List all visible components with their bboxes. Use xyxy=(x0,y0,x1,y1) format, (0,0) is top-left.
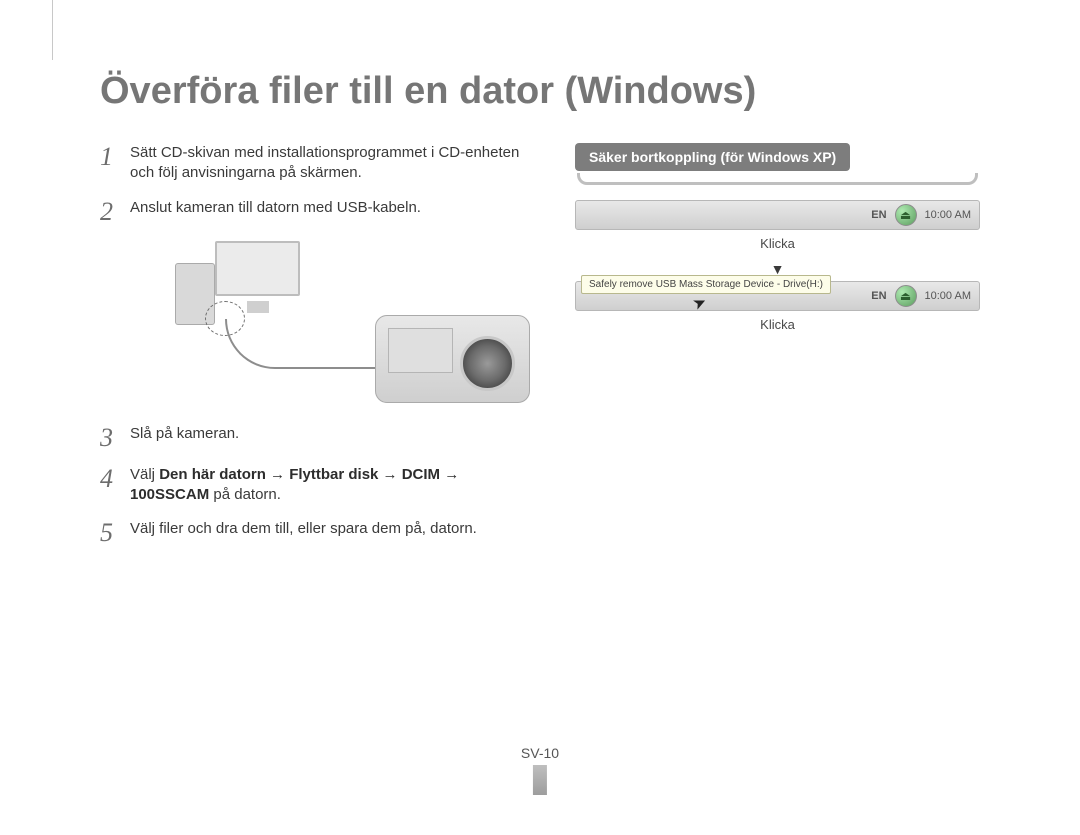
step-1: 1 Sätt CD-skivan med installationsprogra… xyxy=(100,143,540,184)
usb-cable-graphic xyxy=(225,319,400,369)
safely-remove-icon: ⏏ xyxy=(895,204,917,226)
step-text: Välj Den här datorn → Flyttbar disk → DC… xyxy=(130,465,540,506)
manual-page: Överföra filer till en dator (Windows) 1… xyxy=(0,0,1080,560)
page-number-bar-graphic xyxy=(533,765,547,795)
connection-illustration xyxy=(120,239,540,399)
taskbar-screenshot-2-wrapper: Safely remove USB Mass Storage Device - … xyxy=(575,281,980,311)
step-text: Sätt CD-skivan med installationsprogramm… xyxy=(130,143,540,184)
safely-remove-icon: ⏏ xyxy=(895,285,917,307)
taskbar-language: EN xyxy=(871,209,886,221)
taskbar-screenshot-1: EN ⏏ 10:00 AM xyxy=(575,200,980,230)
step-number: 5 xyxy=(100,519,130,546)
caption-click-2: Klicka xyxy=(575,317,980,332)
step-bold-path: Den här datorn → Flyttbar disk → DCIM → … xyxy=(130,466,459,503)
taskbar-clock: 10:00 AM xyxy=(925,290,971,302)
page-title: Överföra filer till en dator (Windows) xyxy=(100,70,980,113)
pc-monitor-graphic xyxy=(215,241,300,296)
step-number: 4 xyxy=(100,465,130,492)
step-2: 2 Anslut kameran till datorn med USB-kab… xyxy=(100,198,540,225)
step-4: 4 Välj Den här datorn → Flyttbar disk → … xyxy=(100,465,540,506)
caption-click-1: Klicka xyxy=(575,236,980,251)
camera-graphic xyxy=(375,315,530,403)
step-number: 1 xyxy=(100,143,130,170)
taskbar-clock: 10:00 AM xyxy=(925,209,971,221)
camera-screen-graphic xyxy=(388,328,453,373)
step-3: 3 Slå på kameran. xyxy=(100,424,540,451)
pill-border-graphic xyxy=(577,173,978,185)
taskbar-language: EN xyxy=(871,290,886,302)
step-text: Välj filer och dra dem till, eller spara… xyxy=(130,519,540,539)
step-prefix: Välj xyxy=(130,466,159,483)
content-columns: 1 Sätt CD-skivan med installationsprogra… xyxy=(100,143,980,560)
page-number-text: SV-10 xyxy=(521,745,559,761)
sidebar-column: Säker bortkoppling (för Windows XP) EN ⏏… xyxy=(575,143,980,560)
step-5: 5 Välj filer och dra dem till, eller spa… xyxy=(100,519,540,546)
step-number: 3 xyxy=(100,424,130,451)
steps-column: 1 Sätt CD-skivan med installationsprogra… xyxy=(100,143,540,560)
step-number: 2 xyxy=(100,198,130,225)
page-number: SV-10 xyxy=(521,745,559,795)
step-text: Anslut kameran till datorn med USB-kabel… xyxy=(130,198,540,218)
tooltip-balloon: Safely remove USB Mass Storage Device - … xyxy=(581,275,831,294)
step-suffix: på datorn. xyxy=(209,486,281,503)
sidebar-heading-pill: Säker bortkoppling (för Windows XP) xyxy=(575,143,850,171)
margin-rule xyxy=(52,0,53,60)
camera-lens-graphic xyxy=(460,336,515,391)
step-text: Slå på kameran. xyxy=(130,424,540,444)
